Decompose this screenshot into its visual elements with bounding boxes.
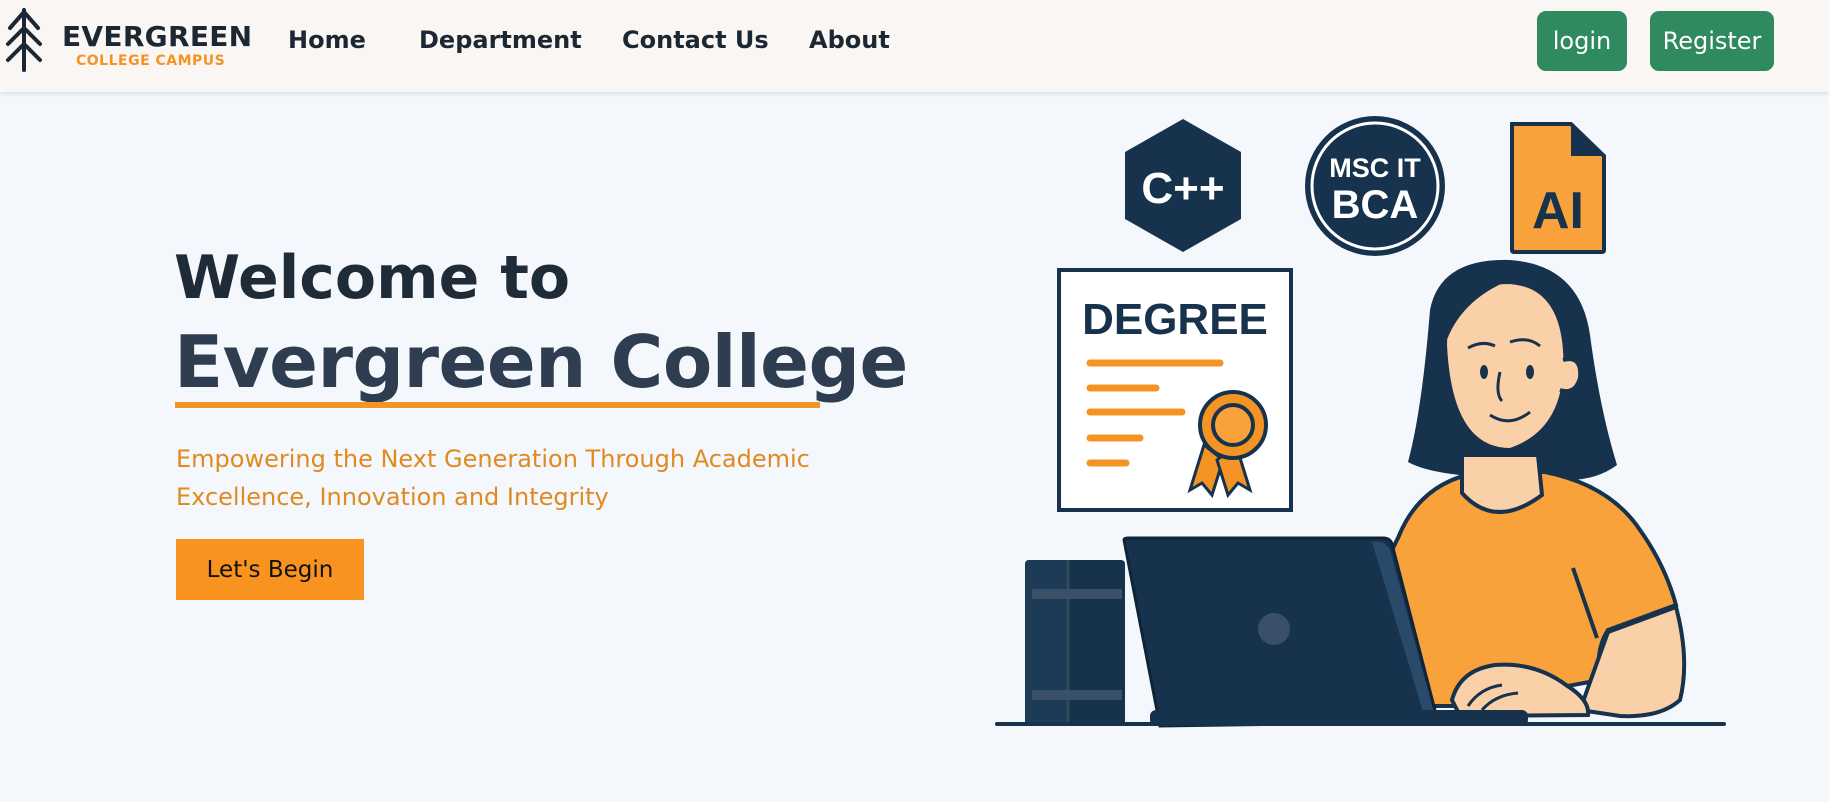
ai-badge-label: AI: [1532, 182, 1584, 240]
certificate-title: DEGREE: [1082, 295, 1268, 344]
brand-name: EVERGREEN: [62, 20, 253, 53]
login-button[interactable]: login: [1537, 11, 1627, 71]
nav-home[interactable]: Home: [288, 26, 366, 54]
msc-bca-badge: MSC IT BCA: [1305, 116, 1445, 256]
lets-begin-button[interactable]: Let's Begin: [176, 539, 364, 600]
hero-tagline: Empowering the Next Generation Through A…: [176, 445, 810, 511]
brand-subtitle: COLLEGE CAMPUS: [76, 53, 226, 69]
hero-welcome: Welcome to: [174, 243, 571, 313]
top-navbar: EVERGREEN COLLEGE CAMPUS Home Department…: [0, 0, 1829, 92]
brand-logo[interactable]: EVERGREEN COLLEGE CAMPUS: [4, 6, 252, 72]
student-laptop-illustration: C++ MSC IT BCA AI DEGREE: [995, 116, 1726, 728]
hero-title: Evergreen College: [174, 320, 908, 404]
title-underline: [175, 402, 820, 408]
ai-file-badge: AI: [1510, 122, 1606, 254]
bca-label: BCA: [1332, 183, 1419, 227]
nav-department[interactable]: Department: [419, 26, 582, 54]
nav-contact-us[interactable]: Contact Us: [622, 26, 769, 54]
nav-about[interactable]: About: [809, 26, 890, 54]
register-button[interactable]: Register: [1650, 11, 1774, 71]
books: [1025, 560, 1125, 725]
degree-certificate: DEGREE: [1057, 268, 1293, 512]
msc-it-label: MSC IT: [1329, 153, 1421, 183]
tree-icon: [6, 8, 42, 72]
cpp-badge-label: C++: [1141, 164, 1224, 213]
cpp-badge: C++: [1125, 119, 1241, 252]
